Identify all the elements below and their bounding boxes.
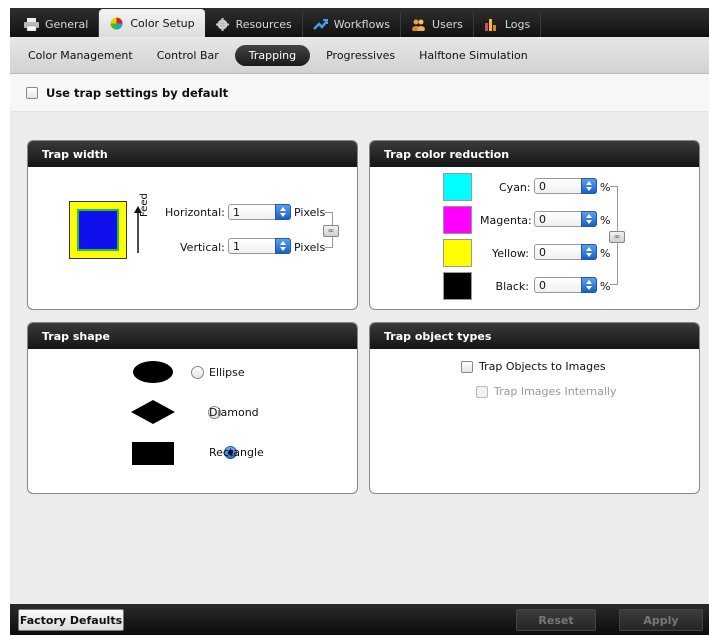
feed-label: Feed	[139, 193, 150, 217]
ellipse-shape-icon	[132, 360, 174, 387]
footer-bar: Factory Defaults Reset Apply	[10, 604, 709, 635]
trap-color-reduction-panel: Trap color reduction Cyan: 0 % Magenta: …	[369, 140, 700, 310]
apply-button[interactable]: Apply	[619, 609, 703, 631]
trap-images-internally-label: Trap Images Internally	[494, 385, 617, 398]
subtab-halftone-simulation[interactable]: Halftone Simulation	[407, 45, 540, 66]
users-icon	[411, 18, 426, 32]
trap-shape-title: Trap shape	[28, 323, 357, 349]
tab-resources-label: Resources	[235, 18, 292, 31]
ellipse-radio[interactable]	[191, 366, 204, 379]
tab-general-label: General	[45, 18, 89, 31]
tab-logs-label: Logs	[504, 18, 531, 31]
tab-color-setup-label: Color Setup	[130, 16, 195, 30]
magenta-stepper[interactable]: 0	[534, 211, 597, 227]
horizontal-stepper-arrows-icon[interactable]	[275, 204, 291, 220]
yellow-stepper-arrows-icon[interactable]	[581, 244, 597, 260]
vertical-stepper-arrows-icon[interactable]	[275, 238, 291, 254]
trap-width-title: Trap width	[28, 141, 357, 167]
use-trap-default-label: Use trap settings by default	[46, 85, 229, 100]
width-link-icon[interactable]: ∞	[323, 225, 339, 237]
default-trap-row: Use trap settings by default	[10, 74, 709, 112]
color-link-icon[interactable]: ∞	[609, 231, 625, 243]
trap-object-types-panel: Trap object types Trap Objects to Images…	[369, 322, 700, 494]
tab-workflows[interactable]: Workflows	[303, 12, 402, 37]
tab-general[interactable]: General	[14, 12, 100, 37]
tab-logs[interactable]: Logs	[474, 12, 542, 37]
vertical-label: Vertical:	[180, 241, 225, 254]
black-value: 0	[539, 278, 546, 292]
rectangle-label: Rectangle	[209, 446, 264, 459]
diamond-shape-icon	[130, 400, 176, 427]
subtab-control-bar[interactable]: Control Bar	[145, 45, 231, 66]
horizontal-label: Horizontal:	[165, 206, 225, 219]
diamond-label: Diamond	[209, 406, 259, 419]
ellipse-label: Ellipse	[209, 366, 245, 379]
use-trap-default-checkbox[interactable]	[26, 86, 38, 99]
color-wheel-icon	[109, 17, 124, 30]
black-swatch	[443, 272, 472, 300]
black-label: Black:	[495, 280, 529, 293]
trap-objects-to-images-checkbox[interactable]	[461, 361, 473, 373]
tab-workflows-label: Workflows	[333, 18, 391, 31]
vertical-value: 1	[233, 239, 240, 253]
trap-shape-panel: Trap shape Ellipse Diamond Rectangle	[27, 322, 358, 494]
trap-object-types-title: Trap object types	[370, 323, 699, 349]
horizontal-stepper[interactable]: 1	[228, 204, 291, 220]
magenta-stepper-arrows-icon[interactable]	[581, 211, 597, 227]
top-tab-bar: General Color Setup Resources Workflows …	[10, 8, 709, 37]
factory-defaults-button[interactable]: Factory Defaults	[18, 609, 124, 631]
black-unit: %	[600, 280, 611, 293]
black-stepper-arrows-icon[interactable]	[581, 277, 597, 293]
vertical-unit: Pixels	[294, 241, 326, 254]
magenta-label: Magenta:	[480, 214, 532, 227]
sub-tab-bar: Color Management Control Bar Trapping Pr…	[10, 37, 709, 74]
cyan-value: 0	[539, 179, 546, 193]
yellow-stepper[interactable]: 0	[534, 244, 597, 260]
yellow-swatch	[443, 239, 472, 267]
cyan-stepper-arrows-icon[interactable]	[581, 178, 597, 194]
yellow-label: Yellow:	[492, 247, 529, 260]
yellow-unit: %	[600, 247, 611, 260]
trap-width-panel: Trap width Feed Horizontal: 1 Pixels Ver…	[27, 140, 358, 310]
horizontal-value: 1	[233, 205, 240, 219]
bar-chart-icon	[484, 18, 499, 31]
trap-color-reduction-title: Trap color reduction	[370, 141, 699, 167]
printer-icon	[24, 18, 39, 32]
subtab-progressives[interactable]: Progressives	[314, 45, 407, 66]
black-stepper[interactable]: 0	[534, 277, 597, 293]
subtab-trapping[interactable]: Trapping	[234, 44, 311, 66]
trap-width-preview	[69, 201, 127, 259]
cyan-swatch	[443, 173, 472, 201]
tab-users-label: Users	[432, 18, 463, 31]
vertical-stepper[interactable]: 1	[228, 238, 291, 254]
trap-images-internally-checkbox[interactable]	[476, 386, 488, 398]
cyan-label: Cyan:	[499, 181, 531, 194]
cyan-stepper[interactable]: 0	[534, 178, 597, 194]
cyan-unit: %	[600, 181, 611, 194]
content-area: Trap width Feed Horizontal: 1 Pixels Ver…	[10, 112, 709, 604]
horizontal-unit: Pixels	[294, 206, 326, 219]
rectangle-shape-icon	[132, 442, 174, 465]
reset-button[interactable]: Reset	[516, 609, 596, 631]
tab-users[interactable]: Users	[401, 12, 474, 37]
yellow-value: 0	[539, 245, 546, 259]
gear-icon	[215, 18, 230, 31]
magenta-swatch	[443, 206, 472, 234]
magenta-value: 0	[539, 212, 546, 226]
tab-color-setup[interactable]: Color Setup	[99, 9, 205, 37]
trap-objects-to-images-label: Trap Objects to Images	[479, 360, 606, 373]
subtab-color-management[interactable]: Color Management	[16, 45, 145, 66]
magenta-unit: %	[600, 214, 611, 227]
tab-resources[interactable]: Resources	[205, 12, 303, 37]
workflow-arrows-icon	[312, 18, 328, 31]
